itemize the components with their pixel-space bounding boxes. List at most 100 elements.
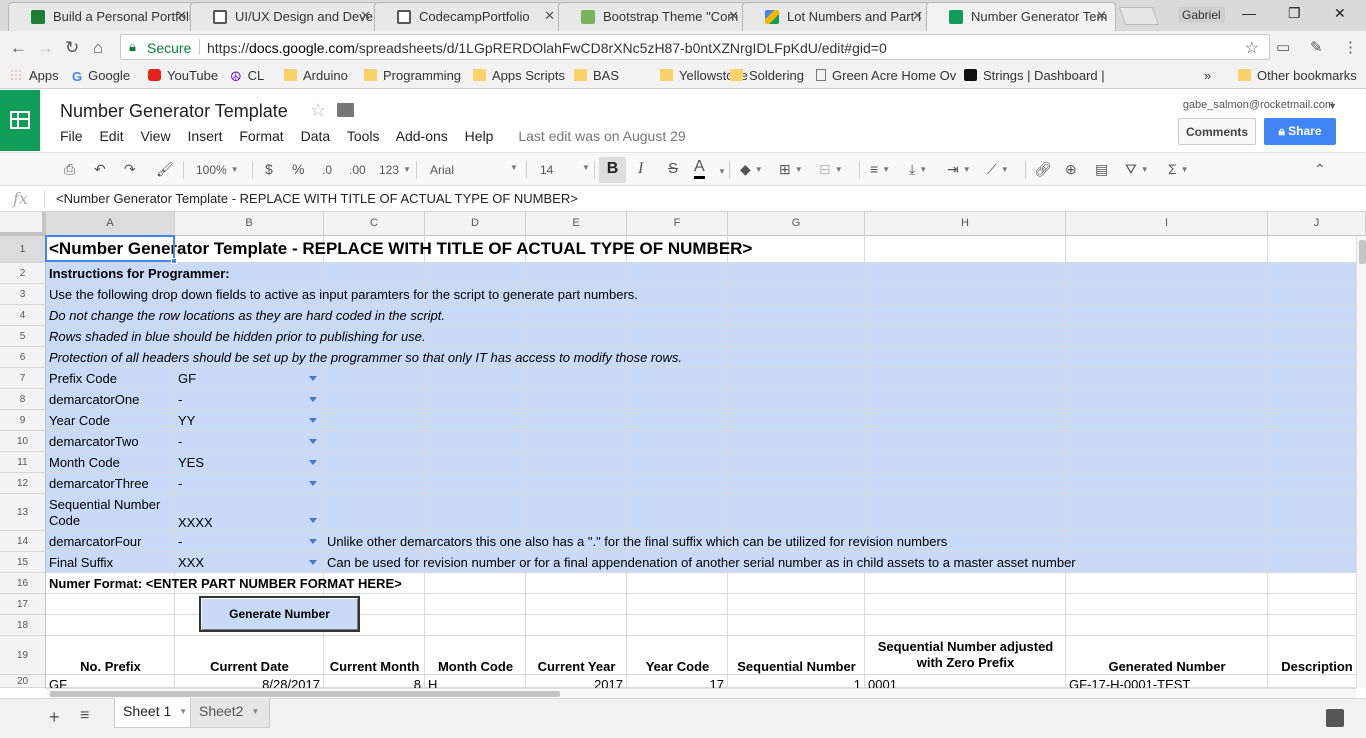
share-button[interactable]: 🔒︎ Share xyxy=(1264,118,1336,145)
menu-file[interactable]: File xyxy=(60,128,83,144)
horizontal-scrollbar[interactable] xyxy=(46,688,1356,698)
column-header-h[interactable]: H xyxy=(865,212,1066,236)
table-header-cell[interactable]: Sequential Number adjusted with Zero Pre… xyxy=(865,639,1066,671)
dropdown-arrow-icon[interactable] xyxy=(309,397,317,402)
align-left-icon[interactable]: ≡ ▼ xyxy=(870,161,890,177)
fill-color-icon[interactable]: ◆ ▼ xyxy=(740,161,763,178)
param-dropdown-cell[interactable]: YY xyxy=(175,413,324,428)
filter-icon[interactable]: ⛛ ▼ xyxy=(1125,161,1149,178)
menu-tools[interactable]: Tools xyxy=(347,128,380,144)
table-header-cell[interactable]: Month Code xyxy=(425,659,526,675)
restore-icon[interactable]: ❐ xyxy=(1288,5,1301,22)
menu-edit[interactable]: Edit xyxy=(99,128,123,144)
dropdown-arrow-icon[interactable] xyxy=(309,418,317,423)
profile-button[interactable]: Gabriel xyxy=(1178,7,1225,23)
param-label-cell[interactable]: Sequential Number Code xyxy=(46,497,175,529)
param-label-cell[interactable]: demarcatorThree xyxy=(46,476,175,491)
close-icon[interactable]: ✕ xyxy=(360,8,371,24)
table-row-cell[interactable]: 8 xyxy=(324,677,425,688)
param-label-cell[interactable]: demarcatorFour xyxy=(46,534,175,549)
param-dropdown-cell[interactable]: - xyxy=(175,434,324,449)
back-icon[interactable]: ← xyxy=(10,38,27,58)
param-dropdown-cell[interactable]: GF xyxy=(175,371,324,386)
print-icon[interactable]: ⎙ xyxy=(64,161,75,178)
bookmark-apps-scripts[interactable]: Apps Scripts xyxy=(473,68,565,83)
browser-tab-codecamp[interactable]: CodecampPortfolio ✕ xyxy=(374,2,564,31)
bookmark-soldering[interactable]: Soldering xyxy=(730,68,804,83)
row-header-16[interactable]: 16 xyxy=(0,573,46,594)
row-header-8[interactable]: 8 xyxy=(0,389,46,410)
all-sheets-icon[interactable]: ≡ xyxy=(80,707,89,725)
param-label-cell[interactable]: demarcatorOne xyxy=(46,392,175,407)
sheets-logo-icon[interactable] xyxy=(0,90,40,151)
table-row-cell[interactable]: 8/28/2017 xyxy=(175,677,324,688)
param-dropdown-cell[interactable]: - xyxy=(175,392,324,407)
table-header-cell[interactable]: Current Date xyxy=(175,659,324,675)
menu-help[interactable]: Help xyxy=(465,128,494,144)
bookmark-arduino[interactable]: Arduino xyxy=(284,68,348,83)
row-header-17[interactable]: 17 xyxy=(0,594,46,615)
dropdown-arrow-icon[interactable] xyxy=(309,560,317,565)
text-color-button[interactable]: A xyxy=(694,158,705,179)
bold-button[interactable]: B xyxy=(599,157,626,183)
row-header-6[interactable]: 6 xyxy=(0,347,46,368)
menu-data[interactable]: Data xyxy=(301,128,331,144)
address-bar[interactable]: 🔒︎ Secure https://docs.google.com/spread… xyxy=(120,34,1270,60)
insert-link-icon[interactable]: 🔗︎ xyxy=(1034,161,1052,178)
bookmark-cl[interactable]: ☮ CL xyxy=(230,68,264,84)
select-all-corner[interactable] xyxy=(0,212,46,236)
zoom-select[interactable]: 100% ▼ xyxy=(196,163,239,177)
close-icon[interactable]: ✕ xyxy=(1096,8,1107,24)
table-header-cell[interactable]: Generated Number xyxy=(1066,659,1268,675)
row-header-1[interactable]: 1 xyxy=(0,236,46,263)
table-row-cell[interactable]: 17 xyxy=(627,677,728,688)
close-icon[interactable]: ✕ xyxy=(912,8,923,24)
dropdown-arrow-icon[interactable] xyxy=(309,460,317,465)
column-header-i[interactable]: I xyxy=(1066,212,1268,236)
table-header-cell[interactable]: Current Month xyxy=(324,659,425,675)
reload-icon[interactable]: ↻ xyxy=(65,38,79,58)
param-dropdown-cell[interactable]: - xyxy=(175,534,324,549)
url-text[interactable]: https://docs.google.com/spreadsheets/d/1… xyxy=(207,40,887,56)
browser-tab-lot-numbers[interactable]: Lot Numbers and Part I ✕ xyxy=(742,2,932,31)
param-label-cell[interactable]: Final Suffix xyxy=(46,555,175,570)
table-header-cell[interactable]: Year Code xyxy=(627,659,728,675)
param-label-cell[interactable]: Month Code xyxy=(46,455,175,470)
close-icon[interactable]: ✕ xyxy=(176,8,187,24)
dropdown-arrow-icon[interactable] xyxy=(309,439,317,444)
sheet-tab-1[interactable]: Sheet 1 ▼ xyxy=(114,698,199,728)
column-header-j[interactable]: J xyxy=(1268,212,1366,236)
browser-tab-portfolio[interactable]: Build a Personal Portfoli ✕ xyxy=(8,2,196,31)
text-rotation-icon[interactable]: ⟋ ▼ xyxy=(987,161,1009,178)
chevron-down-icon[interactable]: ▼ xyxy=(251,707,259,716)
row-header-13[interactable]: 13 xyxy=(0,494,46,531)
scrollbar-thumb[interactable] xyxy=(1359,240,1366,264)
browser-tab-uiux[interactable]: UI/UX Design and Deve ✕ xyxy=(190,2,380,31)
param-label-cell[interactable]: Prefix Code xyxy=(46,371,175,386)
cast-icon[interactable]: ▭ xyxy=(1276,38,1290,56)
param-dropdown-cell[interactable]: XXX xyxy=(175,555,324,570)
menu-view[interactable]: View xyxy=(140,128,170,144)
new-tab-button[interactable] xyxy=(1118,7,1160,25)
column-header-c[interactable]: C xyxy=(324,212,425,236)
forward-icon[interactable]: → xyxy=(37,38,54,58)
star-icon[interactable]: ☆ xyxy=(310,100,326,121)
row-header-5[interactable]: 5 xyxy=(0,326,46,347)
column-header-a[interactable]: A xyxy=(46,212,175,236)
dropdown-arrow-icon[interactable] xyxy=(309,539,317,544)
table-header-cell[interactable]: Current Year xyxy=(526,659,627,675)
row-header-7[interactable]: 7 xyxy=(0,368,46,389)
strikethrough-button[interactable]: S xyxy=(668,160,678,177)
dropdown-arrow-icon[interactable] xyxy=(309,376,317,381)
column-header-d[interactable]: D xyxy=(425,212,526,236)
insert-chart-icon[interactable]: ▤ xyxy=(1095,161,1108,178)
bookmark-strings[interactable]: Strings | Dashboard | xyxy=(964,68,1105,83)
merge-cells-icon[interactable]: ⊟ ▼ xyxy=(819,161,843,178)
bookmark-youtube[interactable]: YouTube xyxy=(148,68,218,83)
add-sheet-icon[interactable]: + xyxy=(49,707,60,728)
explore-icon[interactable] xyxy=(1326,709,1344,727)
sheet-tab-2[interactable]: Sheet2 ▼ xyxy=(190,698,271,728)
menu-format[interactable]: Format xyxy=(239,128,283,144)
bookmark-bas[interactable]: BAS xyxy=(574,68,619,83)
comments-button[interactable]: Comments xyxy=(1178,118,1256,145)
